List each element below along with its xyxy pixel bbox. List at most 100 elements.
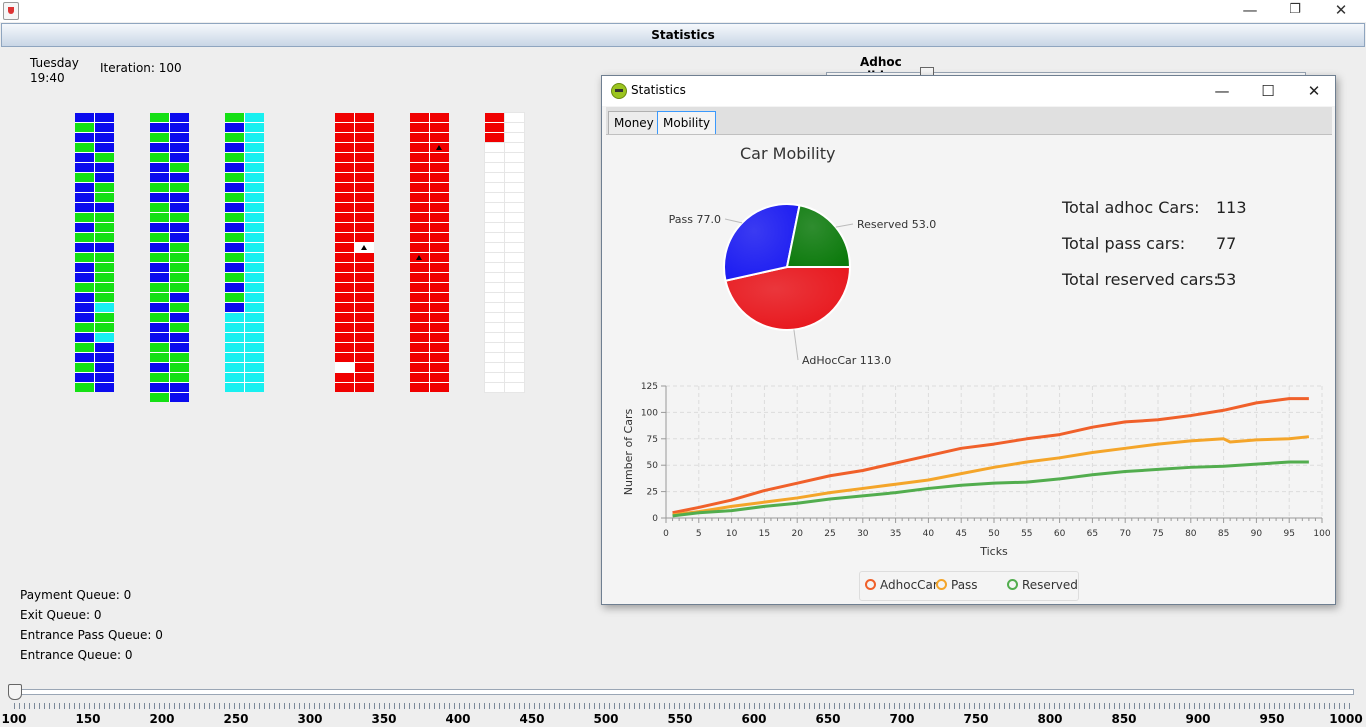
parking-spot bbox=[95, 153, 114, 162]
parking-spot bbox=[355, 323, 374, 332]
speed-slider-track[interactable] bbox=[12, 689, 1354, 695]
parking-spot bbox=[170, 233, 189, 242]
queue-panel: Payment Queue: 0 Exit Queue: 0 Entrance … bbox=[20, 588, 163, 668]
legend-pass: Pass bbox=[936, 578, 978, 592]
parking-spot bbox=[95, 353, 114, 362]
parking-spot bbox=[245, 123, 264, 132]
parking-spot bbox=[504, 332, 525, 343]
parking-spot bbox=[335, 183, 354, 192]
parking-spot bbox=[150, 323, 169, 332]
parking-spot bbox=[170, 213, 189, 222]
parking-spot bbox=[245, 163, 264, 172]
parking-spot bbox=[430, 383, 449, 392]
line-chart: 0 5 10 15 20 25 30 35 40 45 50 55 60 65 70 75 80 85 90 95 10… bbox=[622, 382, 1331, 558]
parking-spot bbox=[170, 153, 189, 162]
parking-spot bbox=[410, 113, 429, 122]
minimize-button[interactable]: — bbox=[1227, 0, 1273, 22]
parking-spot bbox=[335, 153, 354, 162]
parking-spot bbox=[225, 153, 244, 162]
parking-spot bbox=[225, 263, 244, 272]
parking-spot bbox=[170, 313, 189, 322]
parking-spot bbox=[225, 293, 244, 302]
parking-spot bbox=[504, 172, 525, 183]
parking-floor-5 bbox=[410, 113, 449, 392]
parking-spot bbox=[95, 183, 114, 192]
x-tick-label: 15 bbox=[759, 529, 770, 539]
parking-spot bbox=[150, 283, 169, 292]
parking-spot bbox=[95, 123, 114, 132]
parking-spot bbox=[504, 112, 525, 123]
parking-spot bbox=[245, 243, 264, 252]
parking-spot bbox=[170, 113, 189, 122]
y-tick-label: 75 bbox=[647, 435, 658, 445]
parking-spot bbox=[75, 383, 94, 392]
parking-spot bbox=[504, 202, 525, 213]
parking-spot bbox=[95, 333, 114, 342]
parking-spot bbox=[335, 333, 354, 342]
statistics-window-titlebar[interactable]: Statistics — ☐ ✕ bbox=[602, 76, 1335, 106]
parking-spot bbox=[484, 312, 505, 323]
close-button[interactable]: ✕ bbox=[1318, 0, 1364, 22]
parking-spot bbox=[225, 333, 244, 342]
tab-mobility[interactable]: Mobility bbox=[657, 111, 717, 134]
parking-spot bbox=[335, 143, 354, 152]
parking-spot bbox=[355, 243, 374, 252]
stats-close-button[interactable]: ✕ bbox=[1291, 79, 1337, 103]
pie-slice-label: Pass 77.0 bbox=[669, 213, 721, 226]
parking-spot bbox=[504, 232, 525, 243]
parking-spot bbox=[75, 243, 94, 252]
parking-spot bbox=[95, 223, 114, 232]
x-tick-label: 40 bbox=[923, 529, 935, 539]
parking-spot bbox=[150, 273, 169, 282]
parking-spot bbox=[410, 163, 429, 172]
x-tick-label: 90 bbox=[1251, 529, 1263, 539]
parking-spot bbox=[484, 292, 505, 303]
parking-spot bbox=[430, 133, 449, 142]
statistics-window: Statistics — ☐ ✕ Money Mobility Car Mobi… bbox=[601, 75, 1336, 605]
parking-spot bbox=[245, 293, 264, 302]
speed-tick-label: 600 bbox=[741, 712, 767, 726]
y-axis-label: Number of Cars bbox=[622, 409, 635, 496]
restore-button[interactable]: ❐ bbox=[1272, 0, 1318, 22]
parking-spot bbox=[225, 383, 244, 392]
tab-money[interactable]: Money bbox=[608, 111, 660, 134]
parking-spot bbox=[335, 193, 354, 202]
pie-label-leader bbox=[724, 218, 743, 224]
parking-spot bbox=[355, 263, 374, 272]
parking-spot bbox=[75, 183, 94, 192]
y-tick-label: 25 bbox=[647, 488, 658, 498]
x-tick-label: 70 bbox=[1119, 529, 1131, 539]
parking-spot bbox=[355, 353, 374, 362]
parking-spot bbox=[430, 173, 449, 182]
parking-spot bbox=[95, 203, 114, 212]
total-pass-label: Total pass cars: bbox=[1062, 234, 1186, 253]
parking-spot bbox=[245, 203, 264, 212]
parking-spot bbox=[410, 283, 429, 292]
parking-spot bbox=[170, 243, 189, 252]
parking-spot bbox=[150, 333, 169, 342]
parking-spot bbox=[430, 333, 449, 342]
parking-spot bbox=[225, 313, 244, 322]
parking-spot bbox=[245, 313, 264, 322]
parking-spot bbox=[355, 113, 374, 122]
parking-spot bbox=[504, 362, 525, 373]
parking-spot bbox=[75, 303, 94, 312]
parking-spot bbox=[504, 302, 525, 313]
parking-spot bbox=[150, 373, 169, 382]
parking-spot bbox=[150, 253, 169, 262]
parking-spot bbox=[484, 242, 505, 253]
parking-spot bbox=[355, 253, 374, 262]
parking-spot bbox=[150, 293, 169, 302]
parking-spot bbox=[484, 202, 505, 213]
parking-spot bbox=[150, 143, 169, 152]
parking-spot bbox=[504, 192, 525, 203]
statistics-tab-header[interactable]: Statistics bbox=[1, 23, 1365, 47]
legend-adhoc-symbol bbox=[865, 579, 876, 590]
speed-slider-thumb[interactable] bbox=[8, 684, 22, 700]
stats-minimize-button[interactable]: — bbox=[1199, 79, 1245, 103]
y-tick-label: 0 bbox=[652, 514, 658, 524]
total-adhoc-label: Total adhoc Cars: bbox=[1062, 198, 1200, 217]
stats-maximize-button[interactable]: ☐ bbox=[1245, 79, 1291, 103]
parking-spot bbox=[245, 303, 264, 312]
parking-spot bbox=[75, 213, 94, 222]
